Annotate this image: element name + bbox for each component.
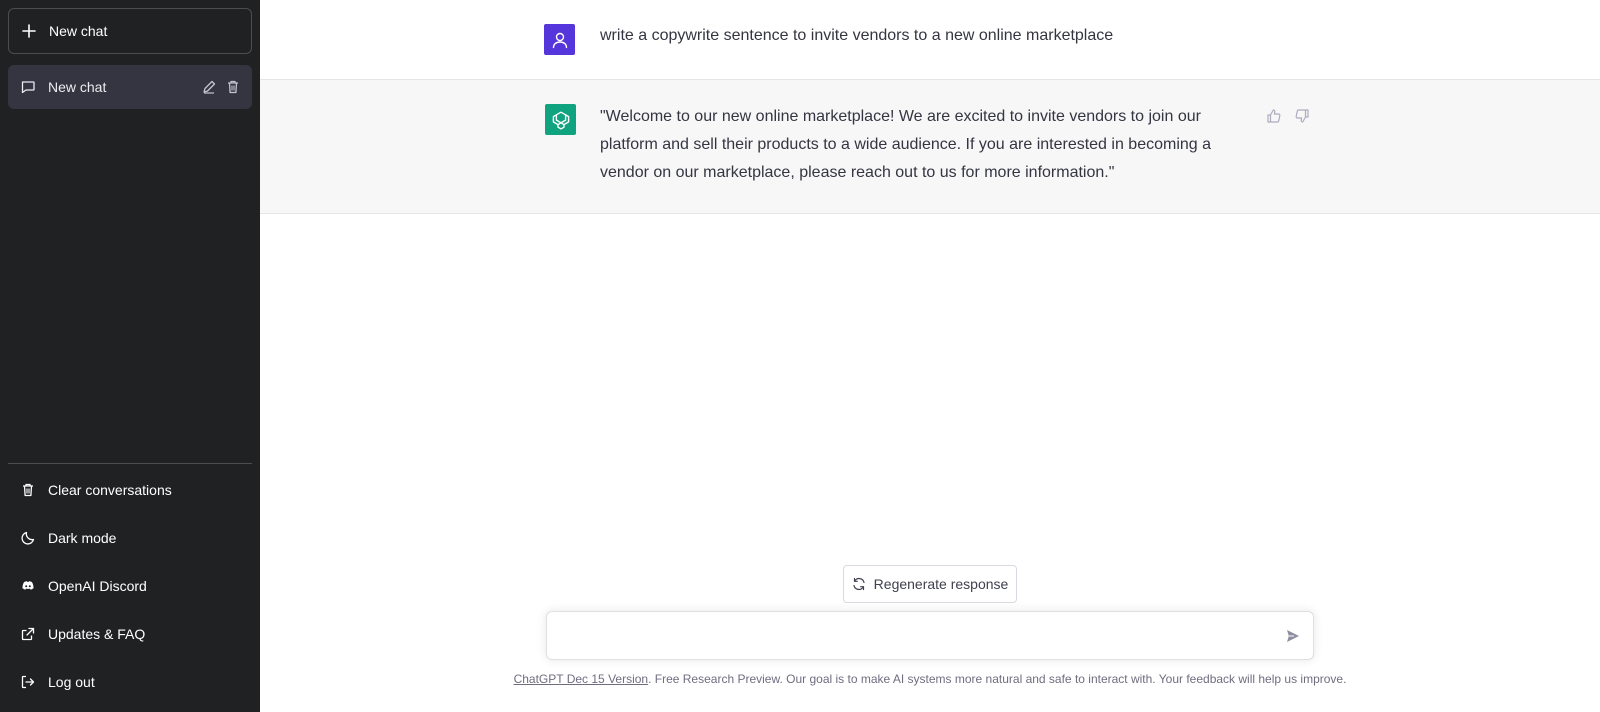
user-message-text: write a copywrite sentence to invite ven… (600, 27, 1114, 44)
footer-disclaimer: ChatGPT Dec 15 Version. Free Research Pr… (260, 672, 1600, 686)
message-input-box (546, 611, 1314, 660)
clear-conversations-button[interactable]: Clear conversations (8, 466, 252, 514)
send-icon[interactable] (1285, 628, 1303, 646)
moon-icon (20, 530, 36, 546)
discord-icon (20, 578, 36, 594)
trash-icon (20, 482, 36, 498)
user-icon (552, 32, 567, 48)
menu-label-log-out: Log out (48, 674, 95, 690)
feedback-actions (1266, 108, 1310, 124)
message-input[interactable] (559, 625, 1259, 649)
external-link-icon (20, 626, 36, 642)
sidebar-divider (8, 463, 252, 464)
menu-label-clear: Clear conversations (48, 482, 172, 498)
user-message-row: write a copywrite sentence to invite ven… (260, 0, 1600, 80)
assistant-message-text: "Welcome to our new online marketplace! … (600, 108, 1212, 181)
updates-faq-link[interactable]: Updates & FAQ (8, 610, 252, 658)
plus-icon (21, 23, 37, 39)
log-out-button[interactable]: Log out (8, 658, 252, 706)
footer-text: . Free Research Preview. Our goal is to … (648, 672, 1347, 686)
menu-label-discord: OpenAI Discord (48, 578, 147, 594)
dark-mode-button[interactable]: Dark mode (8, 514, 252, 562)
chat-history-item[interactable]: New chat (8, 65, 252, 109)
edit-icon[interactable] (200, 78, 218, 96)
chat-actions (200, 78, 242, 96)
message-icon (20, 79, 36, 95)
regenerate-response-button[interactable]: Regenerate response (843, 565, 1017, 603)
new-chat-button[interactable]: New chat (8, 8, 252, 54)
menu-label-updates: Updates & FAQ (48, 626, 146, 642)
chatgpt-avatar (545, 104, 576, 135)
openai-discord-link[interactable]: OpenAI Discord (8, 562, 252, 610)
menu-label-dark-mode: Dark mode (48, 530, 117, 546)
assistant-message-row: "Welcome to our new online marketplace! … (260, 80, 1600, 214)
thumbs-up-icon[interactable] (1266, 108, 1282, 124)
openai-logo-icon (552, 111, 569, 130)
main-panel: write a copywrite sentence to invite ven… (260, 0, 1600, 712)
logout-icon (20, 674, 36, 690)
thumbs-down-icon[interactable] (1294, 108, 1310, 124)
regenerate-label: Regenerate response (873, 576, 1009, 592)
new-chat-label: New chat (49, 23, 108, 39)
delete-icon[interactable] (224, 78, 242, 96)
version-link[interactable]: ChatGPT Dec 15 Version (514, 672, 649, 686)
sidebar: New chat New chat Clear conversations Da… (0, 0, 260, 712)
refresh-icon (852, 577, 866, 591)
user-avatar (544, 24, 575, 55)
sidebar-menu: Clear conversations Dark mode OpenAI Dis… (8, 466, 252, 706)
chat-history-label: New chat (48, 79, 107, 95)
